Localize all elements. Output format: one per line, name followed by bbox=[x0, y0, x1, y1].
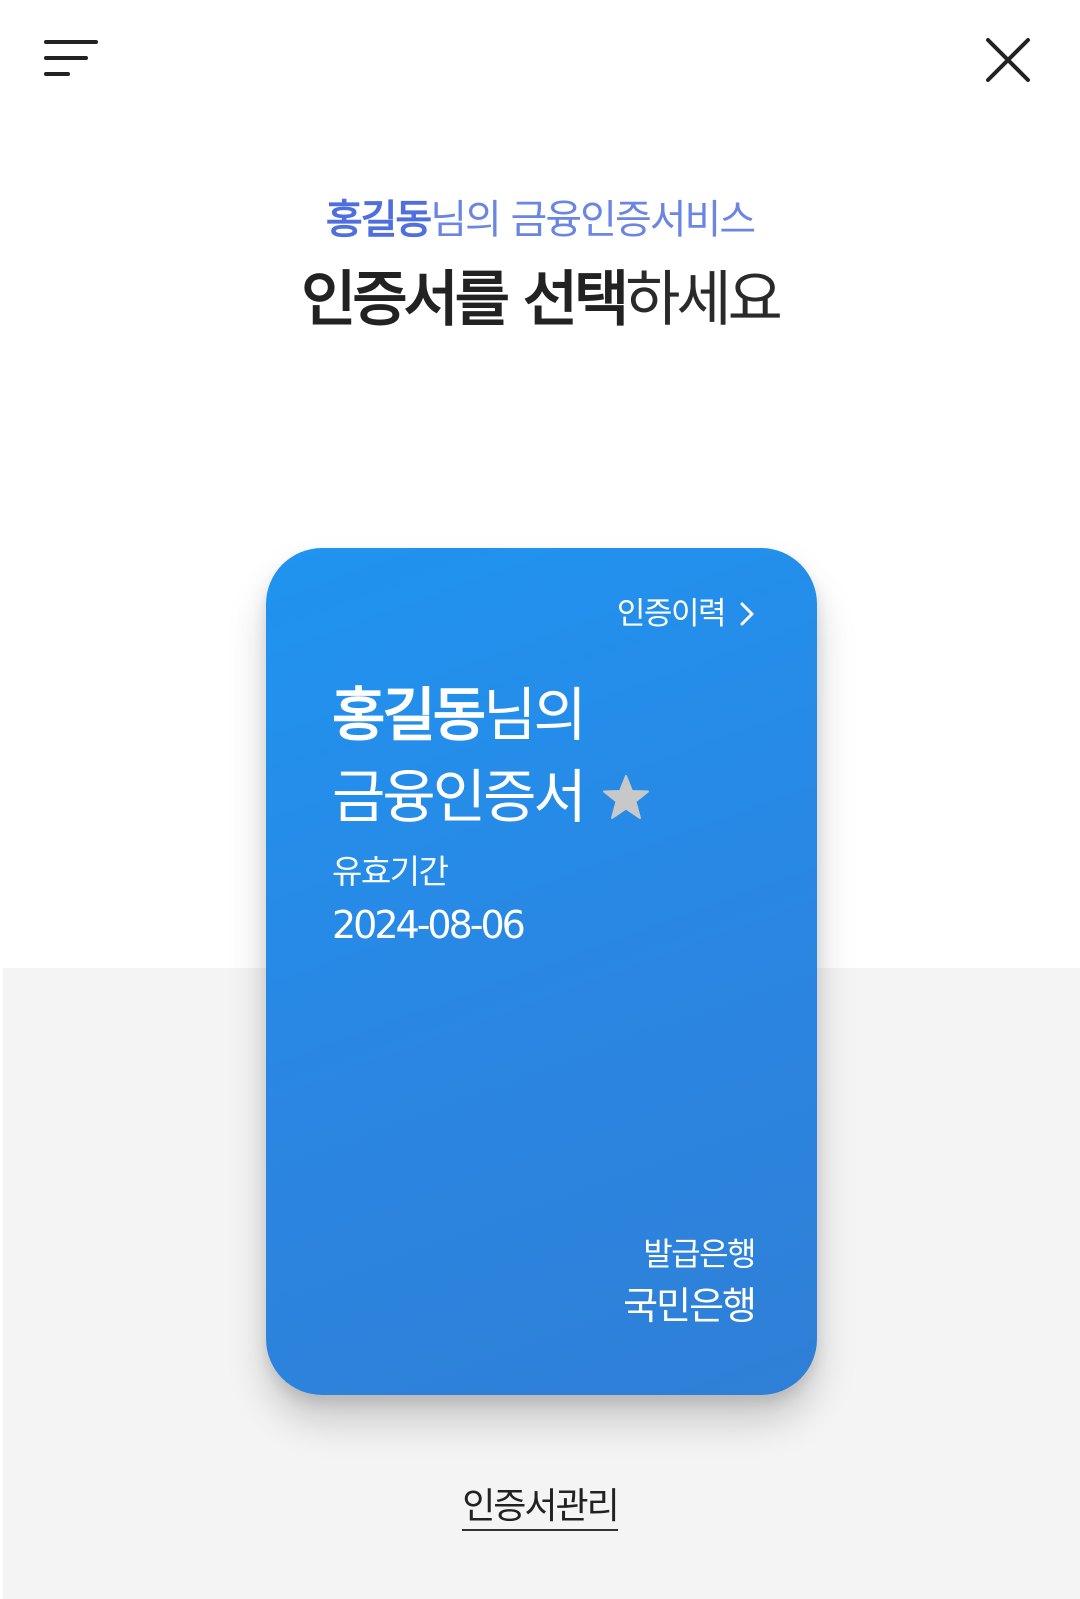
page-title: 인증서를 선택하세요 bbox=[0, 262, 1080, 338]
subtitle-user-name: 홍길동 bbox=[325, 197, 432, 243]
certificate-card[interactable]: 인증이력 홍길동님의 금융인증서 유효기간 2024-08-06 발급은행 국민… bbox=[266, 548, 817, 1395]
service-subtitle: 홍길동님의 금융인증서비스 bbox=[0, 192, 1080, 248]
card-title-line2: 금융인증서 bbox=[332, 756, 650, 838]
star-icon[interactable] bbox=[602, 774, 650, 820]
menu-button[interactable] bbox=[38, 30, 108, 90]
chevron-right-icon bbox=[740, 602, 754, 626]
hamburger-menu-icon bbox=[44, 40, 98, 76]
subtitle-text: 님의 금융인증서비스 bbox=[430, 197, 756, 243]
valid-period-date: 2024-08-06 bbox=[332, 903, 526, 947]
history-label: 인증이력 bbox=[616, 596, 727, 632]
close-icon bbox=[986, 38, 1030, 82]
valid-period-label: 유효기간 bbox=[332, 852, 449, 891]
card-title-line1: 홍길동님의 bbox=[332, 674, 650, 756]
card-title-suffix: 님의 bbox=[483, 681, 587, 749]
title-rest-text: 하세요 bbox=[625, 265, 783, 335]
card-user-name: 홍길동 bbox=[332, 681, 486, 749]
issuer-label: 발급은행 bbox=[643, 1235, 756, 1273]
card-title: 홍길동님의 금융인증서 bbox=[332, 674, 650, 838]
issuer-bank: 국민은행 bbox=[623, 1284, 757, 1328]
card-title-certificate: 금융인증서 bbox=[332, 763, 587, 831]
certificate-management-container: 인증서관리 bbox=[0, 1482, 1080, 1532]
close-button[interactable] bbox=[976, 28, 1040, 92]
title-bold-text: 인증서를 선택 bbox=[301, 265, 629, 335]
certificate-management-link[interactable]: 인증서관리 bbox=[462, 1486, 620, 1531]
certificate-history-link[interactable]: 인증이력 bbox=[617, 592, 755, 636]
